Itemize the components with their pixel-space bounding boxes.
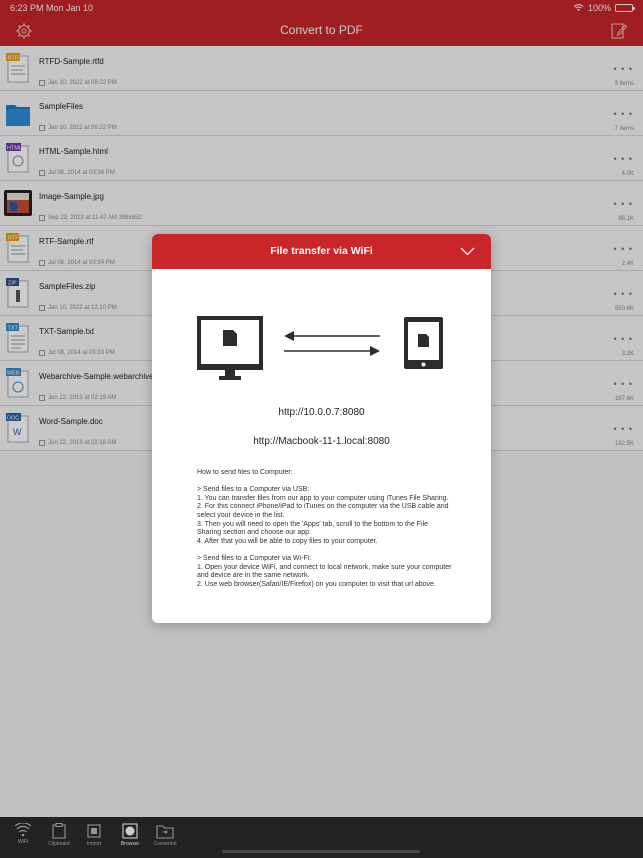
transfer-illustration xyxy=(197,316,443,380)
tablet-icon xyxy=(404,317,443,369)
transfer-instructions: How to send files to Computer: > Send fi… xyxy=(197,469,452,588)
computer-icon xyxy=(197,316,263,380)
server-url-ip[interactable]: http://10.0.0.7:8080 xyxy=(152,407,491,418)
server-url-host[interactable]: http://Macbook-11-1.local:8080 xyxy=(152,436,491,447)
transfer-arrows-icon xyxy=(284,331,380,356)
wifi-transfer-dialog: File transfer via WiFi http://10.0.0.7:8… xyxy=(152,234,491,623)
